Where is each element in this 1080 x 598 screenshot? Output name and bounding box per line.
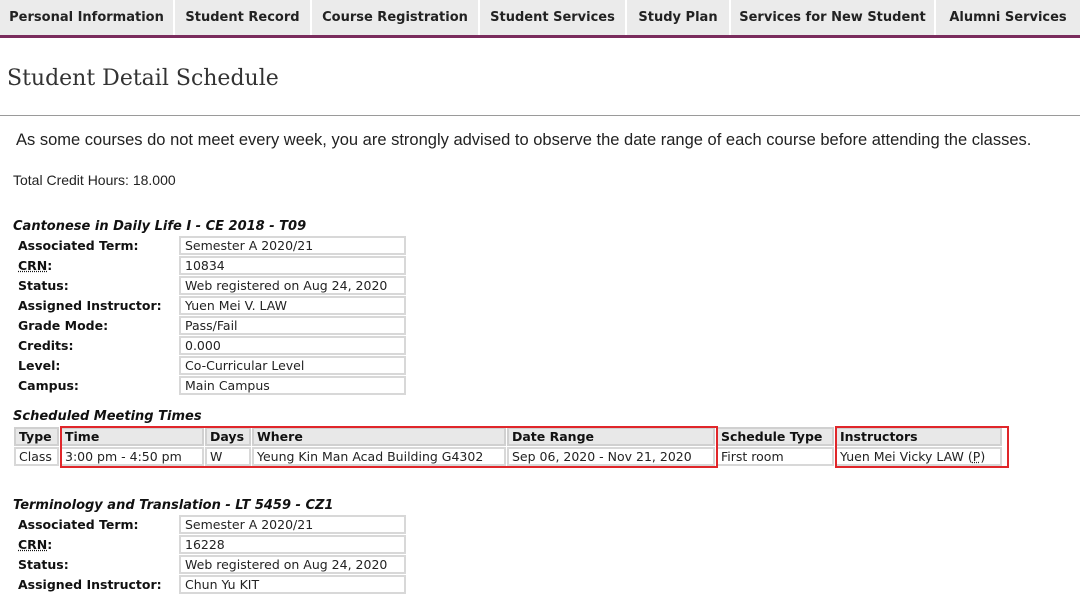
- table-row: CRN: 10834: [14, 256, 406, 275]
- table-row: Associated Term: Semester A 2020/21: [14, 236, 406, 255]
- row-label: Level:: [18, 358, 61, 373]
- row-label: Status:: [18, 557, 69, 572]
- meeting-time: 3:00 pm - 4:50 pm: [60, 447, 204, 466]
- tab-services-for-new-student[interactable]: Services for New Student: [731, 0, 936, 35]
- column-header-schedule-type: Schedule Type: [716, 427, 834, 446]
- crn-colon: :: [47, 537, 53, 552]
- instructor-close-paren: ): [980, 449, 986, 464]
- row-label: Status:: [18, 278, 69, 293]
- course-caption: Cantonese in Daily Life I - CE 2018 - T0…: [13, 219, 307, 234]
- top-navigation: Personal Information Student Record Cour…: [0, 0, 1080, 38]
- column-header-type: Type: [14, 427, 59, 446]
- crn-abbreviation: CRN: [18, 537, 48, 552]
- table-row: Assigned Instructor: Chun Yu KIT: [14, 575, 406, 594]
- total-credit-hours: Total Credit Hours: 18.000: [13, 172, 176, 188]
- row-label: Credits:: [18, 338, 74, 353]
- table-row: Credits: 0.000: [14, 336, 406, 355]
- column-header-date-range: Date Range: [507, 427, 715, 446]
- crn-colon: :: [47, 258, 53, 273]
- table-row: Level: Co-Curricular Level: [14, 356, 406, 375]
- table-row: Assigned Instructor: Yuen Mei V. LAW: [14, 296, 406, 315]
- row-value: 10834: [179, 256, 406, 275]
- table-row: Campus: Main Campus: [14, 376, 406, 395]
- tab-alumni-services[interactable]: Alumni Services: [936, 0, 1080, 35]
- row-value: Web registered on Aug 24, 2020: [179, 276, 406, 295]
- tab-student-services[interactable]: Student Services: [480, 0, 627, 35]
- date-range-notice: As some courses do not meet every week, …: [16, 131, 1032, 149]
- row-value: Co-Curricular Level: [179, 356, 406, 375]
- meeting-times-table: Type Time Days Where Date Range Schedule…: [13, 426, 1003, 467]
- row-value: Pass/Fail: [179, 316, 406, 335]
- table-row: Status: Web registered on Aug 24, 2020: [14, 555, 406, 574]
- column-header-instructors: Instructors: [835, 427, 1002, 446]
- table-header-row: Type Time Days Where Date Range Schedule…: [14, 427, 1002, 446]
- row-value: 0.000: [179, 336, 406, 355]
- course-detail-table: Associated Term: Semester A 2020/21 CRN:…: [13, 514, 407, 595]
- row-label: Assigned Instructor:: [18, 298, 162, 313]
- meeting-instructors: Yuen Mei Vicky LAW (P): [835, 447, 1002, 466]
- table-row: Status: Web registered on Aug 24, 2020: [14, 276, 406, 295]
- meeting-where: Yeung Kin Man Acad Building G4302: [252, 447, 506, 466]
- tab-student-record[interactable]: Student Record: [175, 0, 312, 35]
- crn-abbreviation: CRN: [18, 258, 48, 273]
- meeting-type: Class: [14, 447, 59, 466]
- row-value: Semester A 2020/21: [179, 236, 406, 255]
- meeting-days: W: [205, 447, 251, 466]
- column-header-time: Time: [60, 427, 204, 446]
- course-caption: Terminology and Translation - LT 5459 - …: [13, 498, 334, 513]
- column-header-days: Days: [205, 427, 251, 446]
- table-row: Associated Term: Semester A 2020/21: [14, 515, 406, 534]
- instructor-name: Yuen Mei Vicky LAW: [840, 449, 964, 464]
- meeting-schedule-type: First room: [716, 447, 834, 466]
- tab-course-registration[interactable]: Course Registration: [312, 0, 480, 35]
- course-detail-table: Associated Term: Semester A 2020/21 CRN:…: [13, 235, 407, 396]
- row-label: Associated Term:: [18, 238, 139, 253]
- table-row: Class 3:00 pm - 4:50 pm W Yeung Kin Man …: [14, 447, 1002, 466]
- row-value: Semester A 2020/21: [179, 515, 406, 534]
- row-value: 16228: [179, 535, 406, 554]
- row-label: Grade Mode:: [18, 318, 109, 333]
- page-title: Student Detail Schedule: [7, 66, 279, 91]
- row-label: Assigned Instructor:: [18, 577, 162, 592]
- tab-personal-information[interactable]: Personal Information: [0, 0, 175, 35]
- column-header-where: Where: [252, 427, 506, 446]
- meeting-times-caption: Scheduled Meeting Times: [13, 409, 202, 424]
- title-divider: [0, 115, 1080, 116]
- tab-study-plan[interactable]: Study Plan: [627, 0, 731, 35]
- table-row: CRN: 16228: [14, 535, 406, 554]
- meeting-date-range: Sep 06, 2020 - Nov 21, 2020: [507, 447, 715, 466]
- row-value: Yuen Mei V. LAW: [179, 296, 406, 315]
- row-label: CRN:: [14, 535, 178, 554]
- row-value: Main Campus: [179, 376, 406, 395]
- row-label: CRN:: [14, 256, 178, 275]
- row-value: Chun Yu KIT: [179, 575, 406, 594]
- row-label: Campus:: [18, 378, 79, 393]
- table-row: Grade Mode: Pass/Fail: [14, 316, 406, 335]
- row-label: Associated Term:: [18, 517, 139, 532]
- row-value: Web registered on Aug 24, 2020: [179, 555, 406, 574]
